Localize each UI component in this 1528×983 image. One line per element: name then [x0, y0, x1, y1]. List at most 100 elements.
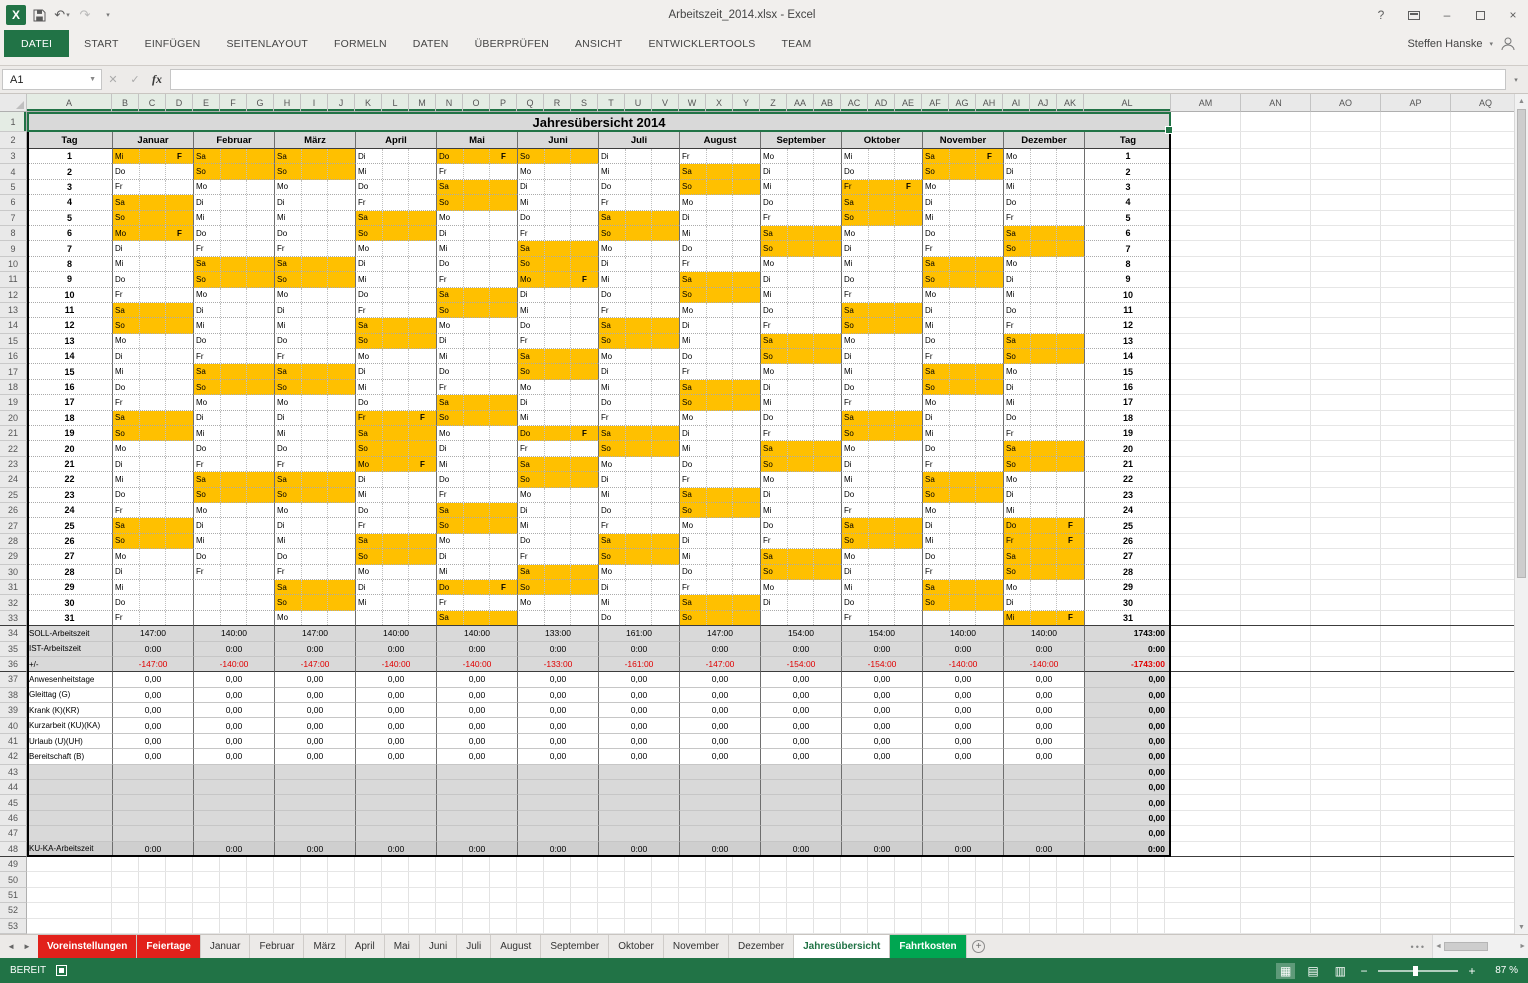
calendar-cell[interactable]: Sa: [598, 211, 679, 226]
row-header[interactable]: 5: [0, 180, 27, 195]
calendar-cell[interactable]: Di: [679, 211, 760, 226]
calendar-cell[interactable]: Fr: [760, 426, 841, 441]
calendar-cell[interactable]: Sa: [679, 164, 760, 179]
row-header[interactable]: 32: [0, 595, 27, 610]
summary-value[interactable]: 0,00: [193, 672, 274, 687]
empty-cell[interactable]: [274, 826, 355, 841]
empty-cell[interactable]: [598, 765, 679, 780]
calendar-cell[interactable]: [760, 611, 841, 626]
calendar-cell[interactable]: Mi: [598, 272, 679, 287]
calendar-cell[interactable]: Di: [112, 349, 193, 364]
summary-value[interactable]: 0,00: [760, 703, 841, 718]
ribbon-tab-einfgen[interactable]: EINFÜGEN: [132, 30, 214, 57]
summary-value[interactable]: 0,00: [355, 718, 436, 733]
calendar-cell[interactable]: Di: [679, 426, 760, 441]
summary-value[interactable]: 0,00: [517, 749, 598, 764]
calendar-cell[interactable]: Di: [760, 164, 841, 179]
calendar-cell[interactable]: Mo: [274, 180, 355, 195]
sheet-tab-mai[interactable]: Mai: [385, 935, 420, 958]
summary-value[interactable]: 140:00: [436, 626, 517, 641]
empty-cell[interactable]: [274, 811, 355, 826]
summary-value[interactable]: 0,00: [274, 718, 355, 733]
calendar-cell[interactable]: Fr: [193, 457, 274, 472]
empty-cell[interactable]: [679, 795, 760, 810]
calendar-cell[interactable]: Mo: [598, 457, 679, 472]
calendar-cell[interactable]: Fr: [598, 518, 679, 533]
summary-total[interactable]: 0,00: [1084, 826, 1171, 841]
calendar-cell[interactable]: Mo: [517, 595, 598, 610]
empty-cell[interactable]: [760, 795, 841, 810]
day-number[interactable]: 19: [27, 426, 112, 441]
calendar-cell[interactable]: DoF: [436, 149, 517, 164]
calendar-cell[interactable]: Mo: [922, 180, 1003, 195]
empty-cell[interactable]: [598, 795, 679, 810]
calendar-cell[interactable]: Di: [517, 180, 598, 195]
calendar-cell[interactable]: Mo: [841, 334, 922, 349]
summary-value[interactable]: 0:00: [922, 642, 1003, 657]
calendar-cell[interactable]: So: [922, 488, 1003, 503]
calendar-cell[interactable]: Sa: [841, 518, 922, 533]
empty-cell[interactable]: [193, 780, 274, 795]
summary-total[interactable]: 0,00: [1084, 811, 1171, 826]
row-header[interactable]: 53: [0, 919, 27, 934]
calendar-cell[interactable]: Mo: [922, 503, 1003, 518]
summary-value[interactable]: 0:00: [760, 642, 841, 657]
ribbon-tab-daten[interactable]: DATEN: [400, 30, 462, 57]
day-number[interactable]: 10: [27, 288, 112, 303]
sheet-tab-voreinstellungen[interactable]: Voreinstellungen: [38, 935, 137, 958]
summary-value[interactable]: 0:00: [517, 642, 598, 657]
calendar-cell[interactable]: So: [112, 426, 193, 441]
calendar-cell[interactable]: Di: [922, 195, 1003, 210]
calendar-cell[interactable]: Di: [274, 303, 355, 318]
calendar-cell[interactable]: Di: [355, 364, 436, 379]
summary-label[interactable]: Urlaub (U)(UH): [27, 734, 112, 749]
summary-value[interactable]: 0,00: [679, 734, 760, 749]
calendar-cell[interactable]: Sa: [436, 395, 517, 410]
calendar-cell[interactable]: So: [517, 149, 598, 164]
calendar-cell[interactable]: So: [598, 549, 679, 564]
calendar-cell[interactable]: Fr: [1003, 318, 1084, 333]
calendar-cell[interactable]: Di: [1003, 595, 1084, 610]
summary-value[interactable]: 0,00: [193, 703, 274, 718]
calendar-cell[interactable]: Mo: [436, 318, 517, 333]
calendar-cell[interactable]: Do: [1003, 195, 1084, 210]
calendar-cell[interactable]: Di: [517, 503, 598, 518]
summary-value[interactable]: 0,00: [274, 688, 355, 703]
summary-value[interactable]: 147:00: [274, 626, 355, 641]
calendar-cell[interactable]: Di: [679, 318, 760, 333]
calendar-cell[interactable]: Sa: [760, 549, 841, 564]
row-header[interactable]: 49: [0, 857, 27, 872]
day-number[interactable]: 31: [1084, 611, 1171, 626]
calendar-cell[interactable]: FrF: [841, 180, 922, 195]
summary-label[interactable]: [27, 811, 112, 826]
calendar-cell[interactable]: Mi: [922, 318, 1003, 333]
calendar-cell[interactable]: So: [517, 580, 598, 595]
calendar-cell[interactable]: Sa: [517, 457, 598, 472]
calendar-cell[interactable]: Sa: [922, 257, 1003, 272]
calendar-cell[interactable]: Mi: [922, 534, 1003, 549]
calendar-cell[interactable]: So: [679, 395, 760, 410]
calendar-cell[interactable]: Di: [436, 334, 517, 349]
calendar-cell[interactable]: Mo: [760, 364, 841, 379]
calendar-cell[interactable]: So: [679, 180, 760, 195]
row-header[interactable]: 36: [0, 657, 27, 672]
scroll-right-icon[interactable]: ►: [1519, 943, 1526, 950]
calendar-cell[interactable]: Sa: [274, 257, 355, 272]
day-number[interactable]: 23: [27, 488, 112, 503]
calendar-cell[interactable]: Fr: [598, 195, 679, 210]
calendar-cell[interactable]: Mi: [274, 318, 355, 333]
cancel-entry-icon[interactable]: ✕: [102, 69, 124, 90]
column-header[interactable]: AD: [868, 94, 895, 112]
empty-cell[interactable]: [112, 765, 193, 780]
calendar-cell[interactable]: Do: [1003, 303, 1084, 318]
calendar-cell[interactable]: [517, 611, 598, 626]
column-header[interactable]: O: [463, 94, 490, 112]
empty-cell[interactable]: [274, 765, 355, 780]
summary-value[interactable]: 0:00: [112, 642, 193, 657]
calendar-cell[interactable]: So: [841, 426, 922, 441]
calendar-cell[interactable]: Do: [679, 457, 760, 472]
row-header[interactable]: 38: [0, 688, 27, 703]
calendar-cell[interactable]: Sa: [274, 472, 355, 487]
ribbon-tab-berprfen[interactable]: ÜBERPRÜFEN: [462, 30, 562, 57]
summary-value[interactable]: 0,00: [1003, 718, 1084, 733]
